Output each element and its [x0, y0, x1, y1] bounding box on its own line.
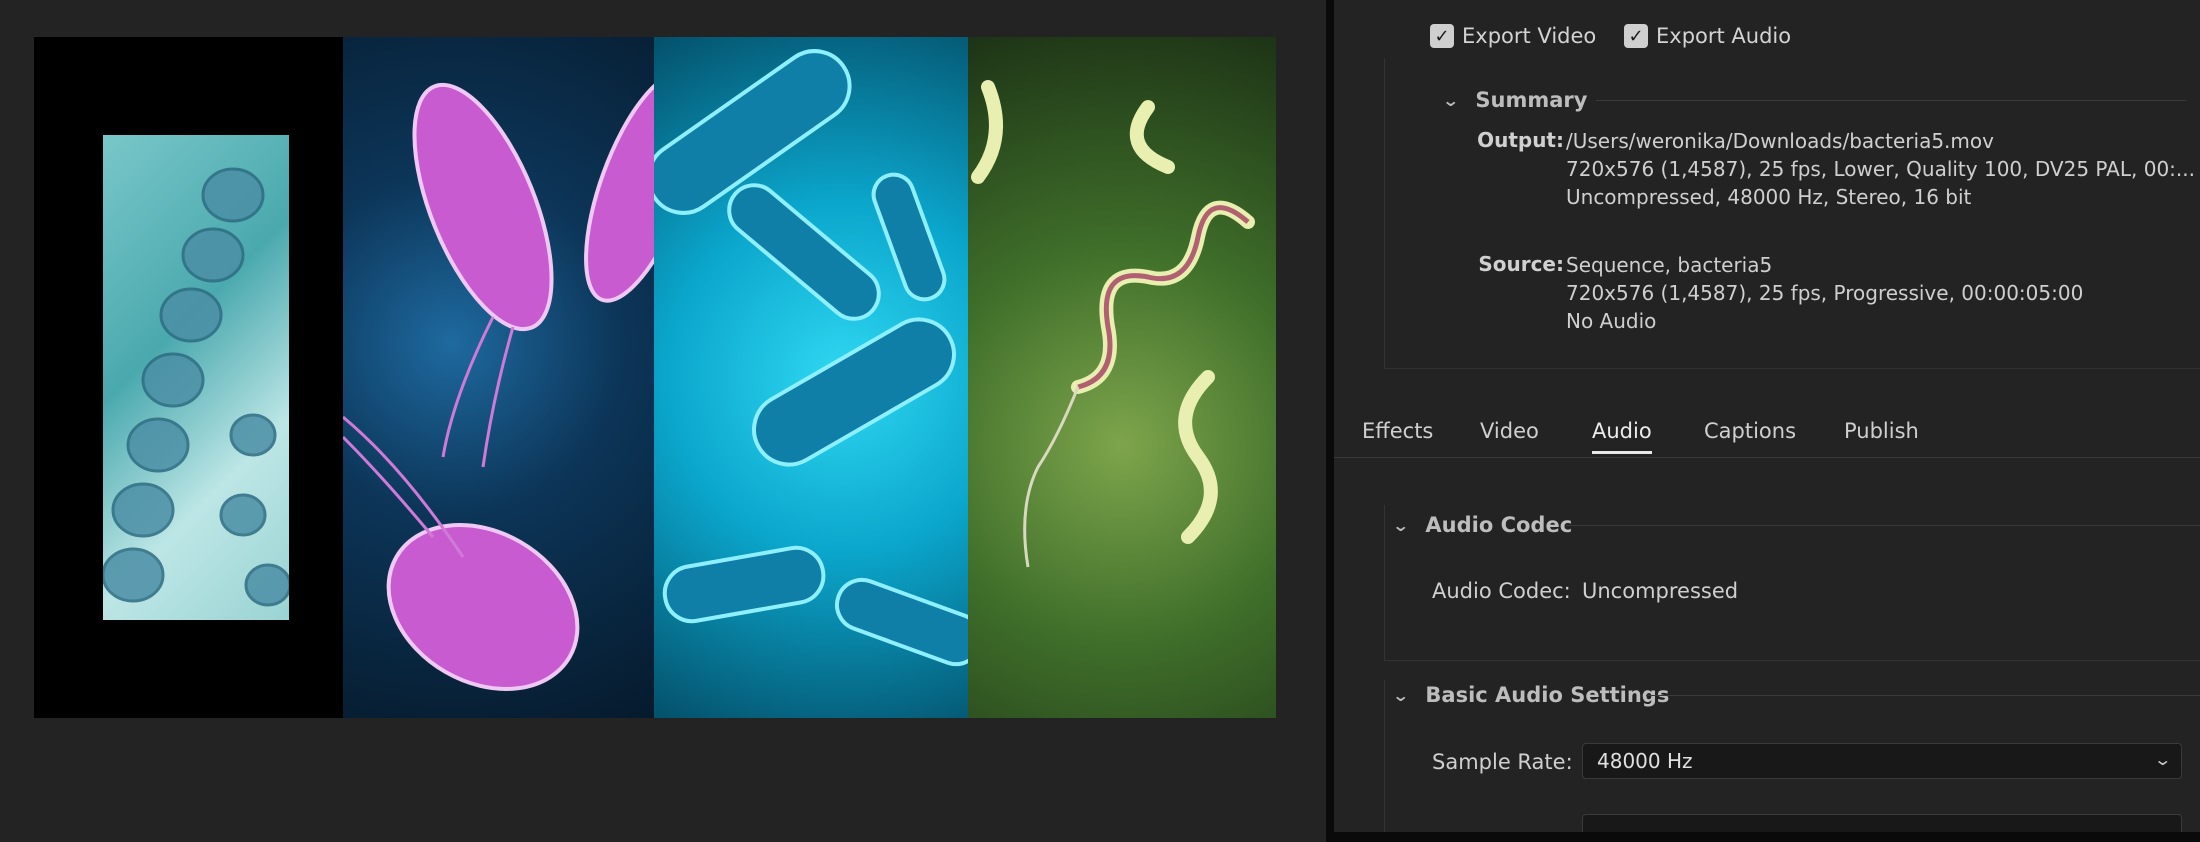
output-label: Output:	[1477, 128, 1564, 152]
audio-codec-title: Audio Codec	[1425, 513, 1573, 537]
pane-divider[interactable]	[1326, 0, 1334, 842]
source-audio-details: No Audio	[1566, 309, 1657, 333]
summary-divider	[1596, 100, 2186, 101]
audio-codec-divider	[1566, 525, 2200, 526]
preview-area	[0, 0, 1326, 842]
basic-audio-header[interactable]: ⌄ Basic Audio Settings	[1391, 683, 1670, 707]
tab-audio[interactable]: Audio	[1592, 419, 1652, 454]
bacteria-image-1	[103, 135, 289, 620]
source-name: Sequence, bacteria5	[1566, 253, 1773, 277]
basic-audio-divider	[1646, 695, 2200, 696]
chevron-down-icon: ⌄	[2152, 750, 2172, 769]
audio-codec-value: Uncompressed	[1582, 579, 1739, 603]
bottom-scrollbar[interactable]	[1334, 832, 2200, 842]
settings-tabs: Effects Video Audio Captions Publish	[1334, 405, 2200, 458]
output-audio-details: Uncompressed, 48000 Hz, Stereo, 16 bit	[1566, 185, 1972, 209]
chevron-down-icon: ⌄	[1441, 90, 1460, 110]
tab-effects[interactable]: Effects	[1362, 419, 1433, 443]
video-preview	[34, 37, 1276, 718]
bacteria-panel-2	[343, 37, 654, 718]
source-video-details: 720x576 (1,4587), 25 fps, Progressive, 0…	[1566, 281, 2084, 305]
source-label: Source:	[1478, 252, 1564, 276]
export-video-checkbox[interactable]: ✓ Export Video	[1430, 24, 1596, 48]
summary-header[interactable]: ⌄ Summary	[1441, 88, 1588, 112]
basic-audio-title: Basic Audio Settings	[1425, 683, 1670, 707]
sample-rate-label: Sample Rate:	[1432, 750, 1573, 774]
chevron-down-icon: ⌄	[1391, 515, 1410, 535]
chevron-down-icon: ⌄	[1391, 685, 1410, 705]
export-settings-panel: ✓ Export Video ✓ Export Audio ⌄ Summary …	[1334, 0, 2200, 842]
bacteria-panel-3	[654, 37, 968, 718]
sample-rate-value: 48000 Hz	[1597, 749, 1693, 773]
sample-rate-select[interactable]: 48000 Hz ⌄	[1582, 743, 2182, 779]
tab-video[interactable]: Video	[1480, 419, 1539, 443]
export-video-label: Export Video	[1462, 24, 1597, 48]
audio-codec-label: Audio Codec:	[1432, 579, 1571, 603]
output-video-details: 720x576 (1,4587), 25 fps, Lower, Quality…	[1566, 157, 2195, 181]
bacteria-panel-1	[34, 37, 343, 718]
checkmark-icon: ✓	[1624, 24, 1648, 48]
audio-codec-header[interactable]: ⌄ Audio Codec	[1391, 513, 1573, 537]
checkmark-icon: ✓	[1430, 24, 1454, 48]
summary-title: Summary	[1475, 88, 1588, 112]
export-audio-label: Export Audio	[1656, 24, 1792, 48]
bacteria-panel-4	[968, 37, 1276, 718]
output-path: /Users/weronika/Downloads/bacteria5.mov	[1566, 129, 1994, 153]
tab-captions[interactable]: Captions	[1704, 419, 1796, 443]
export-audio-checkbox[interactable]: ✓ Export Audio	[1624, 24, 1791, 48]
tab-publish[interactable]: Publish	[1844, 419, 1919, 443]
